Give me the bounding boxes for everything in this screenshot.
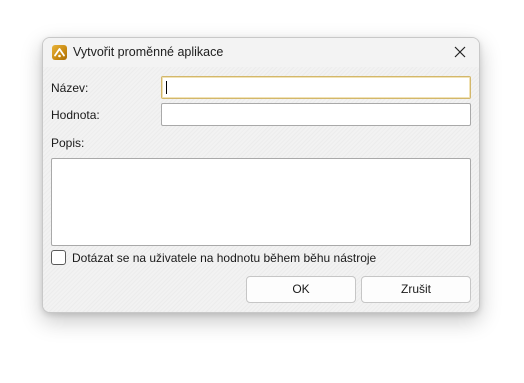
ask-user-checkbox-label[interactable]: Dotázat se na uživatele na hodnotu během…	[72, 251, 376, 265]
value-field[interactable]	[161, 103, 471, 126]
dialog-titlebar[interactable]: Vytvořit proměnné aplikace	[43, 38, 479, 67]
description-label: Popis:	[51, 136, 85, 150]
ask-user-checkbox[interactable]	[51, 250, 66, 265]
app-logo-icon	[52, 45, 67, 60]
text-caret	[166, 81, 167, 94]
ok-button[interactable]: OK	[246, 276, 356, 303]
dialog-body: Název: Hodnota: Popis: Dotázat se na uži…	[43, 67, 479, 312]
name-field[interactable]	[161, 76, 471, 99]
dialog-title: Vytvořit proměnné aplikace	[73, 45, 224, 59]
description-field[interactable]	[51, 158, 471, 246]
close-icon	[454, 46, 466, 58]
value-label: Hodnota:	[51, 108, 100, 122]
name-label: Název:	[51, 81, 89, 95]
cancel-button[interactable]: Zrušit	[361, 276, 471, 303]
create-app-variable-dialog: Vytvořit proměnné aplikace Název: Hodnot…	[42, 37, 480, 313]
close-button[interactable]	[447, 41, 473, 63]
